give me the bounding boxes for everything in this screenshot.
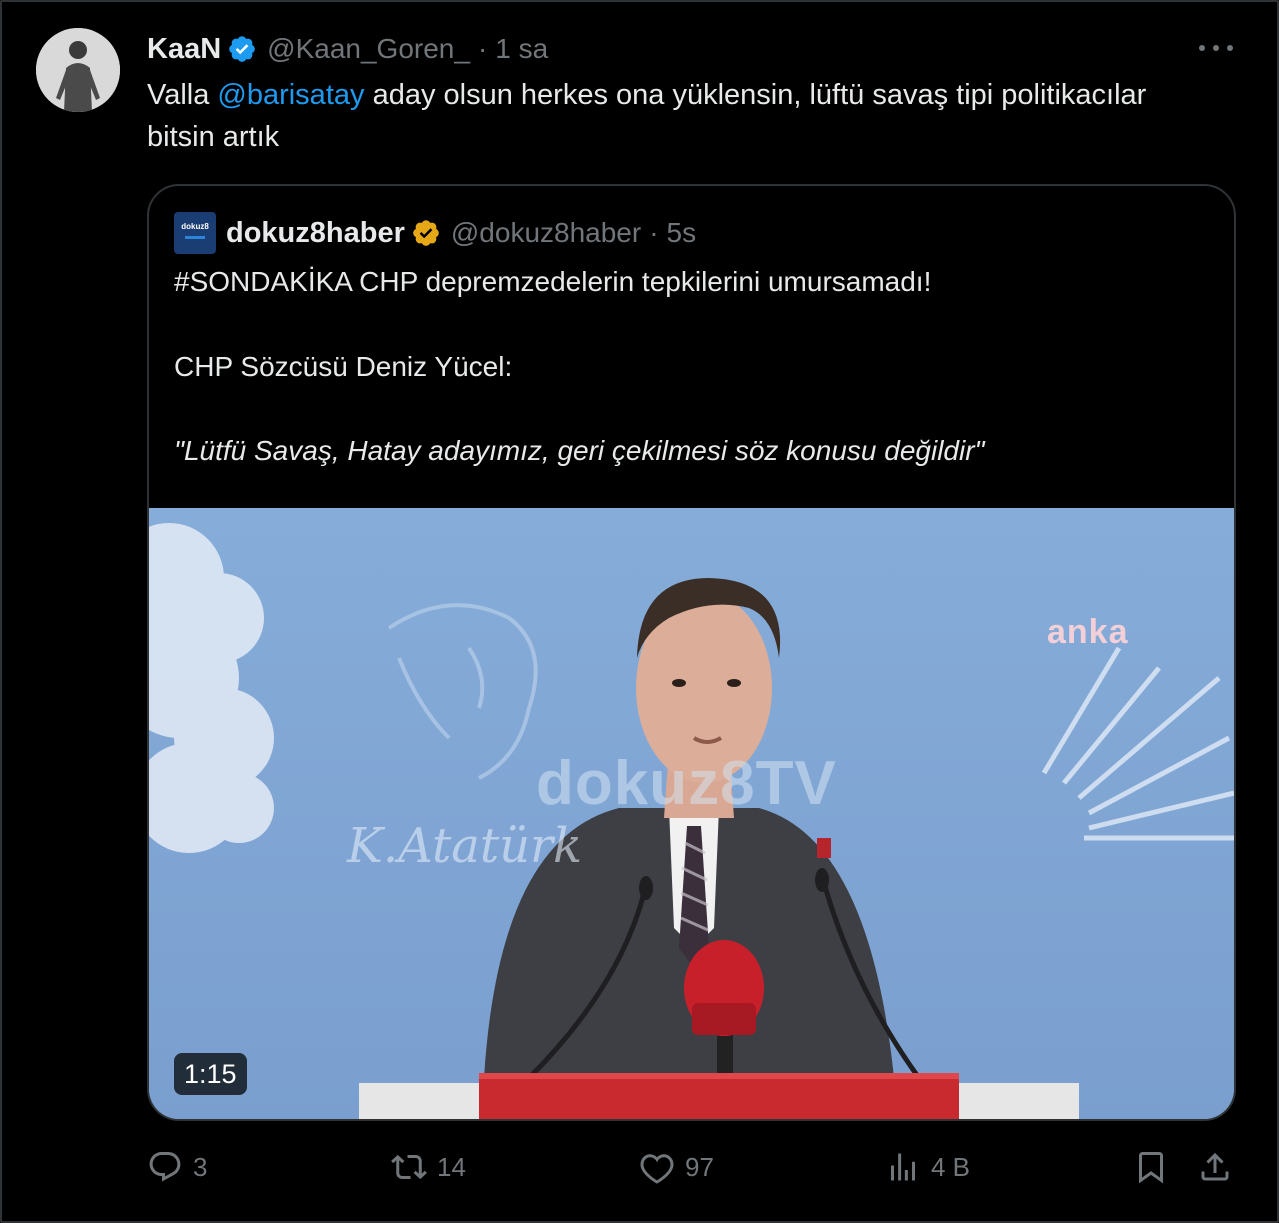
like-button[interactable]: 97 <box>639 1147 714 1187</box>
dot <box>1213 45 1219 51</box>
views-button[interactable]: 4 B <box>885 1147 970 1187</box>
tweet-text: Valla @barisatay aday olsun herkes ona y… <box>147 74 1147 158</box>
verified-badge-icon[interactable] <box>227 34 257 64</box>
views-count: 4 B <box>931 1151 971 1182</box>
watermark-dokuz8tv: dokuz8TV <box>536 749 837 818</box>
share-button[interactable] <box>1197 1147 1233 1187</box>
author-handle[interactable]: @Kaan_Goren_ <box>267 33 470 65</box>
heart-icon <box>639 1149 675 1185</box>
quoted-author-handle[interactable]: @dokuz8haber <box>451 217 641 249</box>
retweet-count: 14 <box>437 1151 466 1182</box>
quoted-text-line-3: "Lütfü Savaş, Hatay adayımız, geri çekil… <box>174 435 985 466</box>
watermark-signature: K.Atatürk <box>347 818 583 874</box>
retweet-button[interactable]: 14 <box>391 1147 466 1187</box>
reply-count: 3 <box>193 1151 208 1182</box>
quoted-author-display-name[interactable]: dokuz8haber <box>226 217 405 250</box>
tweet-header: KaaN @Kaan_Goren_ · 1 sa <box>147 30 548 68</box>
bookmark-icon <box>1133 1149 1169 1185</box>
quoted-text-line-2: CHP Sözcüsü Deniz Yücel: <box>174 351 513 382</box>
reply-icon <box>147 1149 183 1185</box>
tweet-time[interactable]: 1 sa <box>495 33 548 65</box>
verified-gold-badge-icon[interactable] <box>411 218 441 248</box>
tweet-text-start: Valla <box>147 79 218 111</box>
author-display-name[interactable]: KaaN <box>147 33 221 66</box>
reply-button[interactable]: 3 <box>147 1147 207 1187</box>
author-avatar[interactable] <box>36 28 120 112</box>
like-count: 97 <box>685 1151 714 1182</box>
mention-link[interactable]: @barisatay <box>217 79 364 111</box>
quoted-tweet-card[interactable]: dokuz8 dokuz8haber @dokuz8haber · 5s #SO… <box>147 184 1236 1121</box>
quoted-text-line-1: #SONDAKİKA CHP depremzedelerin tepkileri… <box>174 266 932 297</box>
share-icon <box>1197 1149 1233 1185</box>
quoted-avatar-logo-text: dokuz8 <box>181 222 209 231</box>
quoted-author-avatar[interactable]: dokuz8 <box>174 212 216 254</box>
bookmark-button[interactable] <box>1133 1147 1169 1187</box>
views-icon <box>885 1149 921 1185</box>
video-duration-badge: 1:15 <box>174 1053 247 1095</box>
dot <box>1199 45 1205 51</box>
quoted-avatar-logo-bar <box>185 236 205 239</box>
separator-dot: · <box>477 33 488 64</box>
quoted-tweet-header: dokuz8 dokuz8haber @dokuz8haber · 5s <box>174 212 696 254</box>
quoted-separator-dot: · <box>649 217 659 248</box>
dot <box>1227 45 1233 51</box>
quoted-tweet-time[interactable]: 5s <box>667 217 697 249</box>
retweet-icon <box>391 1149 427 1185</box>
watermark-anka: anka <box>1047 613 1129 651</box>
video-player[interactable]: K.Atatürk dokuz8TV anka 1:15 <box>149 508 1234 1119</box>
more-options-icon[interactable] <box>1196 36 1236 60</box>
tweet-actions-bar: 3 14 97 4 B <box>147 1147 1236 1187</box>
